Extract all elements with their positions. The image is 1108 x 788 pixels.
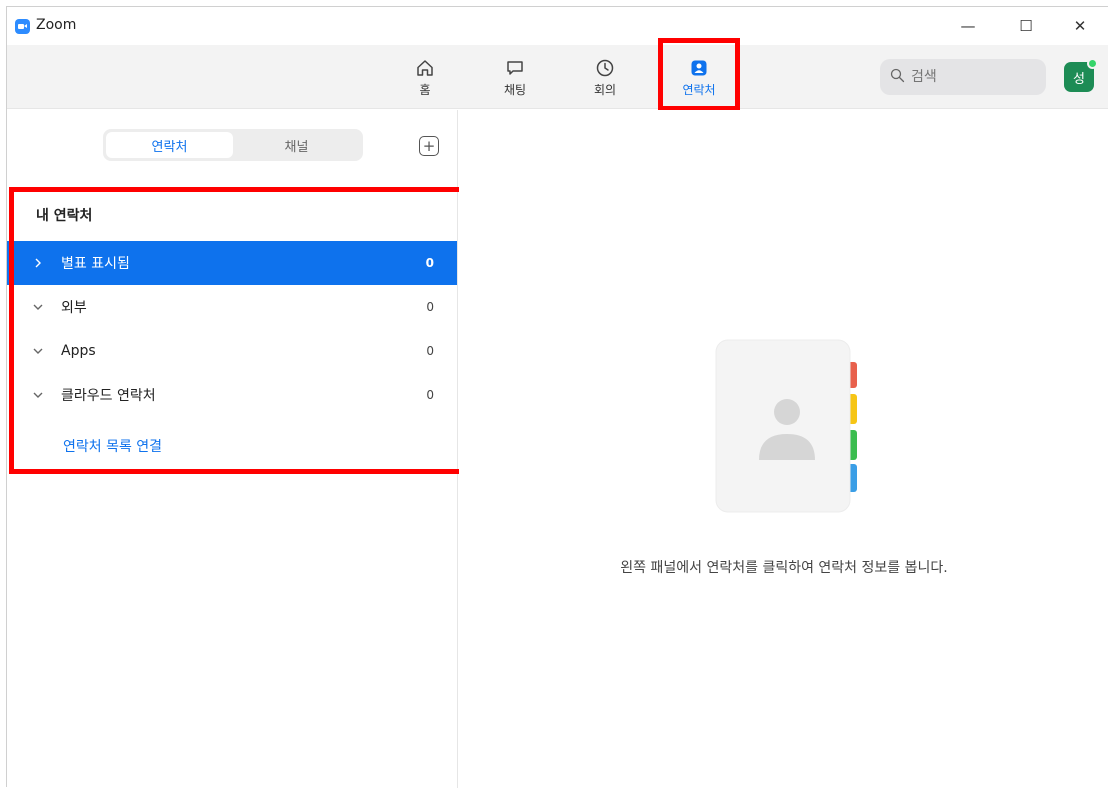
tab-home-label: 홈 xyxy=(419,82,431,97)
app-title: Zoom xyxy=(36,17,77,33)
maximize-button[interactable]: ☐ xyxy=(1003,11,1049,41)
search-icon xyxy=(890,68,905,87)
section-title: 내 연락처 xyxy=(36,208,93,224)
connect-contact-list-link[interactable]: 연락처 목록 연결 xyxy=(63,436,162,456)
zoom-logo-icon xyxy=(15,19,30,34)
chevron-down-icon xyxy=(33,302,47,312)
empty-state-message: 왼쪽 패널에서 연락처를 클릭하여 연락처 정보를 봅니다. xyxy=(620,560,948,576)
search-input[interactable] xyxy=(911,69,1031,85)
group-count: 0 xyxy=(425,256,434,270)
group-row-external[interactable]: 외부 0 xyxy=(7,285,457,329)
contact-icon xyxy=(688,57,710,79)
chevron-down-icon xyxy=(33,390,47,400)
top-navigation: 홈 채팅 회의 연락처 성 xyxy=(7,38,1108,111)
tab-chat-label: 채팅 xyxy=(503,82,527,97)
segment-channels[interactable]: 채널 xyxy=(233,132,360,158)
avatar-initial: 성 xyxy=(1073,71,1085,87)
group-label: Apps xyxy=(61,343,96,359)
group-label: 외부 xyxy=(61,300,87,316)
segment-contacts[interactable]: 연락처 xyxy=(106,132,233,158)
chevron-right-icon xyxy=(33,258,47,268)
tab-chat[interactable]: 채팅 xyxy=(475,45,555,109)
group-count: 0 xyxy=(426,300,434,314)
chat-icon xyxy=(504,57,526,79)
status-indicator xyxy=(1087,58,1098,69)
add-contact-button[interactable]: + xyxy=(419,136,439,156)
close-button[interactable]: ✕ xyxy=(1057,11,1103,41)
tab-meetings-label: 회의 xyxy=(593,82,617,97)
clock-icon xyxy=(594,57,616,79)
tab-contacts-label: 연락처 xyxy=(682,82,716,97)
search-box[interactable] xyxy=(880,59,1046,95)
tab-contacts[interactable]: 연락처 xyxy=(659,45,739,109)
group-label: 클라우드 연락처 xyxy=(61,388,156,404)
plus-icon: + xyxy=(422,136,436,155)
tab-meetings[interactable]: 회의 xyxy=(565,45,645,109)
contacts-sidebar: 연락처 채널 + 내 연락처 별표 표시됨 0 외부 0 Apps 0 클라우드… xyxy=(7,110,476,788)
chevron-down-icon xyxy=(33,346,47,356)
minimize-button[interactable]: — xyxy=(945,11,991,41)
group-count: 0 xyxy=(426,344,434,358)
contacts-channels-toggle: 연락처 채널 xyxy=(103,129,363,161)
group-row-cloud-contacts[interactable]: 클라우드 연락처 0 xyxy=(7,373,457,417)
tab-home[interactable]: 홈 xyxy=(385,45,465,109)
group-row-starred[interactable]: 별표 표시됨 0 xyxy=(7,241,457,285)
address-book-illustration-icon xyxy=(714,338,864,518)
group-row-apps[interactable]: Apps 0 xyxy=(7,329,457,373)
group-label: 별표 표시됨 xyxy=(61,256,130,272)
zoom-window: Zoom — ☐ ✕ 홈 채팅 회의 연락처 검색 성 연락처 채널 + 내 연… xyxy=(6,6,1108,788)
title-bar: Zoom — ☐ ✕ xyxy=(7,7,1108,45)
contact-detail-pane: 왼쪽 패널에서 연락처를 클릭하여 연락처 정보를 봅니다. xyxy=(459,110,1108,788)
group-count: 0 xyxy=(426,388,434,402)
home-icon xyxy=(414,57,436,79)
avatar[interactable]: 성 xyxy=(1064,58,1098,92)
